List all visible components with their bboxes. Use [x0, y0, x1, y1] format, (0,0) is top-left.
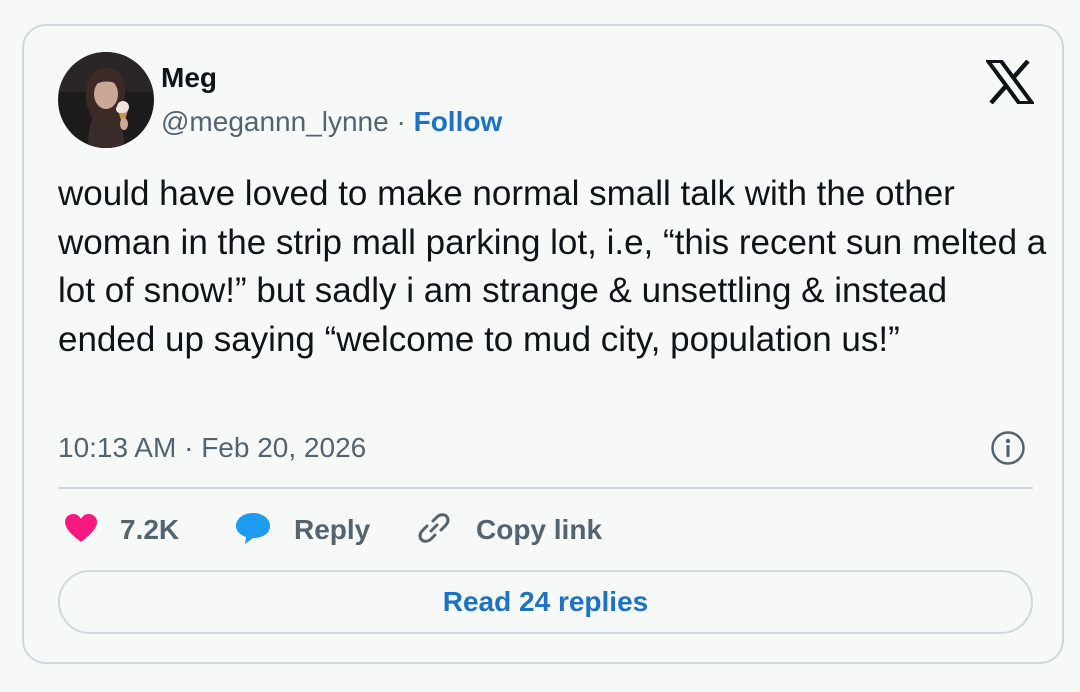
divider	[58, 487, 1033, 489]
author-handle[interactable]: @megannn_lynne	[161, 106, 389, 137]
separator-dot: ·	[184, 432, 194, 463]
embedded-tweet-card: Meg @megannn_lynne · Follow would have l…	[22, 24, 1064, 664]
timestamp[interactable]: 10:13 AM · Feb 20, 2026	[58, 430, 366, 466]
reply-button[interactable]: Reply	[234, 510, 370, 550]
tweet-date: Feb 20, 2026	[201, 432, 367, 463]
author-name[interactable]: Meg	[161, 60, 217, 96]
link-icon	[416, 510, 452, 551]
separator-dot: ·	[396, 106, 406, 137]
x-logo-icon[interactable]	[984, 59, 1036, 105]
speech-bubble-icon	[234, 511, 272, 550]
like-count: 7.2K	[120, 514, 180, 545]
heart-icon	[64, 513, 98, 548]
like-button[interactable]: 7.2K	[64, 510, 179, 550]
avatar[interactable]	[58, 52, 154, 148]
copy-link-button[interactable]: Copy link	[416, 510, 602, 550]
read-replies-button[interactable]: Read 24 replies	[58, 570, 1033, 634]
reply-label: Reply	[294, 514, 371, 545]
info-icon[interactable]	[990, 430, 1026, 466]
tweet-text: would have loved to make normal small ta…	[58, 174, 1047, 359]
handle-row: @megannn_lynne · Follow	[161, 104, 502, 140]
follow-button[interactable]: Follow	[414, 106, 503, 137]
copy-link-label: Copy link	[476, 514, 603, 545]
tweet-time: 10:13 AM	[58, 432, 177, 463]
